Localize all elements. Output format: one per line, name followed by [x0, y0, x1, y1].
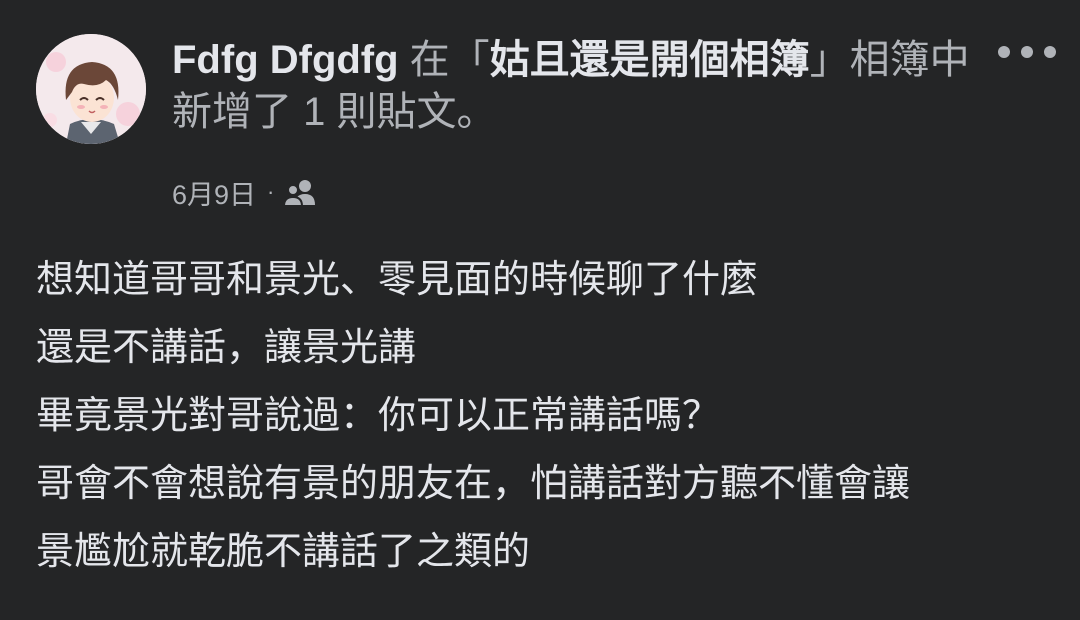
meta-separator: ·: [267, 179, 275, 204]
post-text-line: 還是不講話，讓景光講: [36, 327, 417, 369]
author-name[interactable]: Fdfg Dfgdfg: [172, 38, 399, 82]
more-options-icon: [998, 46, 1056, 58]
friends-icon[interactable]: [283, 177, 317, 207]
more-options-button[interactable]: [992, 32, 1062, 72]
post-date[interactable]: 6月9日: [172, 173, 256, 212]
post-body: 想知道哥哥和景光、零見面的時候聊了什麼 還是不講話，讓景光講 畢竟景光對哥說過：…: [36, 246, 1056, 586]
avatar-image: [36, 34, 146, 144]
post-text-line: 景尷尬就乾脆不講話了之類的: [36, 531, 531, 573]
post-text-line: 畢竟景光對哥說過：你可以正常講話嗎？: [36, 395, 721, 437]
post-text-line: 哥會不會想說有景的朋友在，怕講話對方聽不懂會讓: [36, 463, 911, 505]
album-name-link[interactable]: 姑且還是開個相簿: [490, 38, 810, 82]
author-avatar[interactable]: [36, 34, 146, 144]
post-meta: 6月9日 ·: [172, 172, 317, 212]
action-text-prefix: 在「: [398, 38, 490, 82]
post-header: Fdfg Dfgdfg 在「姑且還是開個相簿」相簿中新增了 1 則貼文。: [172, 34, 972, 138]
post-text-line: 想知道哥哥和景光、零見面的時候聊了什麼: [36, 259, 759, 301]
